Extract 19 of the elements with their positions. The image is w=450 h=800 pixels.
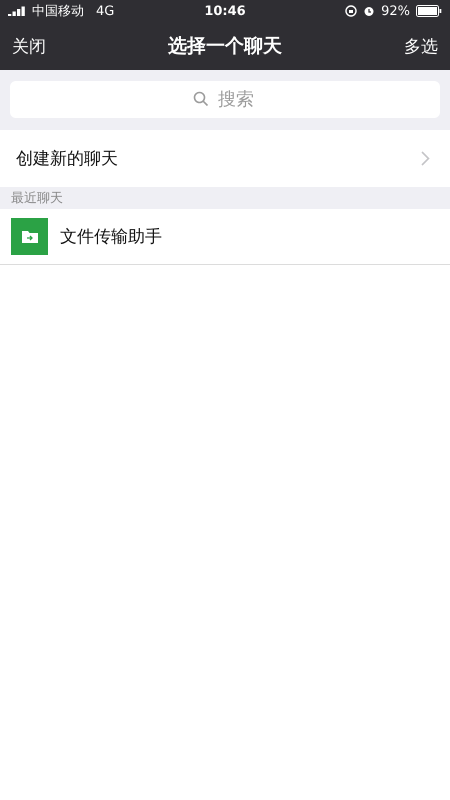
- network-type: 4G: [96, 4, 114, 18]
- folder-avatar-icon: [11, 218, 48, 255]
- create-chat-label: 创建新的聊天: [16, 148, 118, 170]
- battery-icon: [416, 5, 442, 17]
- battery-percent: 92%: [381, 4, 410, 18]
- chevron-icon: [421, 151, 430, 166]
- rotation-lock-icon: [345, 5, 358, 17]
- clock-time: 10:46: [204, 4, 246, 18]
- search-field[interactable]: 搜索: [10, 81, 440, 118]
- close-button[interactable]: 关闭: [12, 34, 46, 58]
- search-icon: [193, 91, 209, 107]
- alarm-icon: [363, 5, 376, 17]
- multi-select-button[interactable]: 多选: [404, 34, 438, 58]
- section-header: 最近聊天: [11, 190, 63, 207]
- chat-row[interactable]: 文件传输助手: [0, 209, 450, 265]
- signal-icon: [8, 6, 26, 16]
- page-title: 选择一个聊天: [168, 34, 282, 59]
- chat-name: 文件传输助手: [60, 226, 162, 248]
- carrier-name: 中国移动: [32, 3, 84, 20]
